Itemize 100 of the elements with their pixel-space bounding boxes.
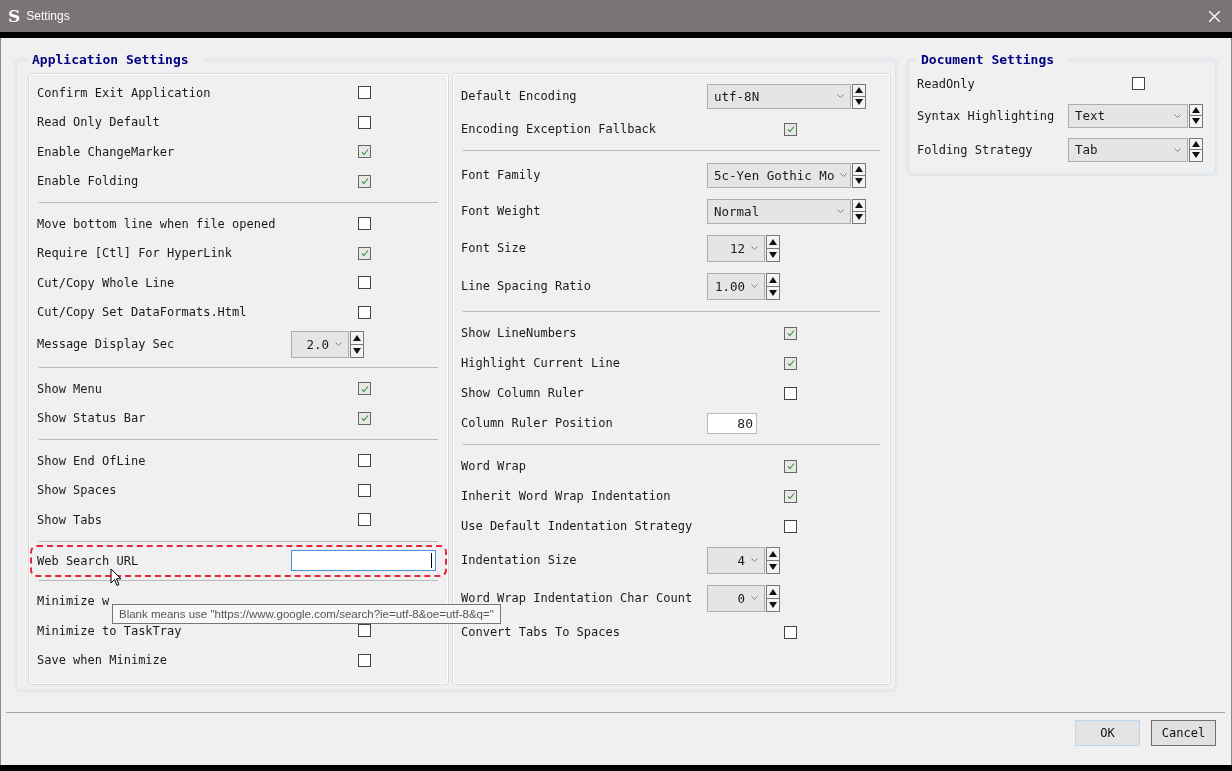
setting-label: Show End OfLine — [37, 453, 147, 468]
spin-up-button[interactable] — [853, 84, 865, 96]
checkbox[interactable] — [784, 519, 797, 533]
dropdown[interactable]: Normal — [707, 198, 851, 224]
checkbox[interactable] — [358, 305, 371, 319]
checkbox[interactable] — [358, 276, 371, 290]
chevron-icon — [1174, 147, 1181, 152]
setting-label: Default Encoding — [461, 89, 578, 103]
setting-label: Font Size — [461, 241, 528, 255]
checkbox[interactable] — [784, 122, 797, 136]
checkbox[interactable] — [358, 454, 371, 468]
group-title: Application Settings — [31, 52, 190, 67]
spin-up-button[interactable] — [853, 163, 865, 175]
setting-label: Save when Minimize — [37, 653, 169, 668]
chevron-icon — [1174, 113, 1181, 118]
setting-label: Show Tabs — [37, 512, 104, 527]
checkbox[interactable] — [358, 246, 371, 260]
chevron-icon — [751, 558, 758, 562]
spin-up-button[interactable] — [351, 331, 363, 344]
chevron-icon — [335, 342, 342, 346]
setting-label: Confirm Exit Application — [37, 85, 212, 100]
setting-label: Show Status Bar — [37, 411, 147, 426]
checkbox[interactable] — [784, 625, 797, 639]
setting-label: Message Display Sec — [37, 337, 176, 351]
input-field[interactable]: 80 — [707, 412, 757, 434]
checkbox[interactable] — [358, 483, 371, 497]
spin-up-button[interactable] — [767, 585, 779, 598]
setting-label: Require [Ctl] For HyperLink — [37, 246, 234, 261]
checkbox[interactable] — [358, 382, 371, 396]
checkbox[interactable] — [358, 513, 371, 527]
dropdown[interactable]: 12 — [707, 234, 765, 262]
setting-label: Font Family — [461, 168, 542, 182]
spin-up-button[interactable] — [1190, 104, 1202, 115]
checkbox[interactable] — [358, 653, 371, 667]
checkbox[interactable] — [1132, 77, 1145, 91]
setting-label: Font Weight — [461, 204, 542, 218]
dropdown[interactable]: Tab — [1068, 137, 1188, 162]
chevron-icon — [837, 209, 844, 213]
mouse-cursor-icon — [110, 568, 122, 587]
setting-label: Show Column Ruler — [461, 386, 585, 400]
group-title: Document Settings — [920, 52, 1056, 67]
dialog-button[interactable]: OK — [1075, 720, 1140, 746]
window-title: Settings — [26, 9, 71, 23]
setting-label: Word Wrap — [461, 459, 528, 473]
input-field[interactable] — [291, 550, 436, 571]
dropdown[interactable]: 0 — [707, 584, 765, 612]
checkbox[interactable] — [358, 217, 371, 231]
setting-label: Enable ChangeMarker — [37, 144, 176, 159]
spin-up-button[interactable] — [767, 547, 779, 560]
setting-label: Move bottom line when file opened — [37, 216, 277, 231]
chevron-icon — [837, 94, 844, 98]
setting-label: Use Default Indentation Strategy — [461, 519, 694, 533]
setting-label: Folding Strategy — [917, 142, 1034, 157]
setting-label: Enable Folding — [37, 174, 140, 189]
setting-label: Cut/Copy Whole Line — [37, 275, 176, 290]
setting-label: Show Menu — [37, 381, 104, 396]
spin-up-button[interactable] — [767, 235, 779, 248]
chevron-icon — [751, 246, 758, 250]
setting-label: ReadOnly — [917, 76, 976, 91]
checkbox[interactable] — [784, 356, 797, 370]
setting-label: Cut/Copy Set DataFormats.Html — [37, 305, 248, 320]
setting-label: Word Wrap Indentation Char Count — [461, 591, 694, 605]
checkbox[interactable] — [784, 489, 797, 503]
setting-label: Line Spacing Ratio — [461, 279, 593, 293]
setting-label: Convert Tabs To Spaces — [461, 625, 621, 639]
setting-label: Highlight Current Line — [461, 356, 621, 370]
setting-label: Encoding Exception Fallback — [461, 122, 658, 136]
dropdown[interactable]: 1.00 — [707, 272, 765, 300]
dropdown[interactable]: 2.0 — [291, 330, 349, 358]
setting-label: Column Ruler Position — [461, 416, 614, 430]
checkbox[interactable] — [784, 459, 797, 473]
chevron-icon — [751, 596, 758, 600]
setting-label: Show Spaces — [37, 483, 118, 498]
setting-label: Inherit Word Wrap Indentation — [461, 489, 672, 503]
setting-label: Read Only Default — [37, 115, 161, 130]
spin-up-button[interactable] — [853, 199, 865, 211]
setting-label: Web Search URL — [37, 553, 140, 568]
checkbox[interactable] — [358, 145, 371, 159]
dropdown[interactable]: utf-8N — [707, 83, 851, 109]
dropdown[interactable]: 4 — [707, 546, 765, 574]
checkbox[interactable] — [784, 386, 797, 400]
checkbox[interactable] — [358, 86, 371, 100]
dropdown[interactable]: Text — [1068, 103, 1188, 128]
checkbox[interactable] — [784, 326, 797, 340]
checkbox[interactable] — [358, 174, 371, 188]
setting-label: Minimize to TaskTray — [37, 623, 183, 638]
checkbox[interactable] — [358, 115, 371, 129]
spin-up-button[interactable] — [767, 273, 779, 286]
chevron-icon — [751, 284, 758, 288]
dropdown[interactable]: 5c-Yen Gothic Mo — [707, 162, 851, 188]
spin-down-button[interactable] — [1190, 115, 1202, 127]
checkbox[interactable] — [358, 411, 371, 425]
close-icon[interactable] — [1209, 10, 1220, 22]
setting-label: Indentation Size — [461, 553, 578, 567]
spin-up-button[interactable] — [1190, 138, 1202, 149]
checkbox[interactable] — [358, 624, 371, 638]
tooltip: Blank means use "https://www.google.com/search?ie=utf-8&oe=utf-8&q=" — [112, 604, 501, 624]
dialog-button[interactable]: Cancel — [1151, 720, 1216, 746]
spin-down-button[interactable] — [1190, 149, 1202, 161]
setting-label: Show LineNumbers — [461, 326, 578, 340]
